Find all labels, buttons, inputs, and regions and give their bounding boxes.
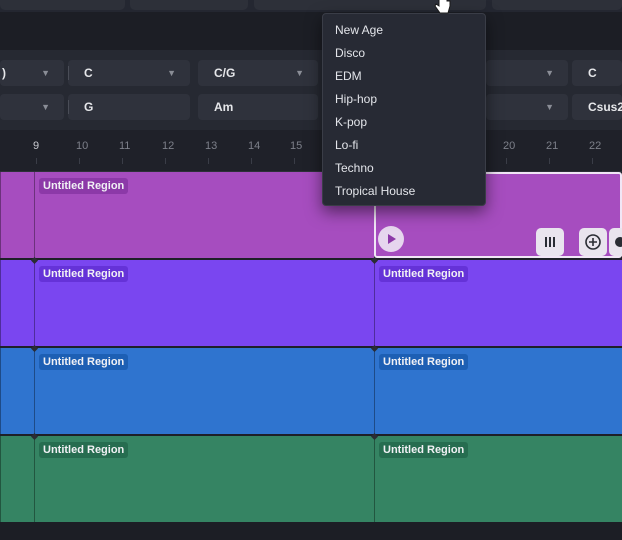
region[interactable]: Untitled Region [30, 432, 374, 522]
track-3: Untitled Region Untitled Region [0, 344, 622, 436]
chord-label: C [588, 66, 597, 80]
region-name: Untitled Region [39, 354, 129, 370]
add-sparkle-icon[interactable] [579, 228, 607, 256]
more-icon[interactable] [609, 228, 622, 256]
chevron-down-icon: ▼ [545, 68, 554, 78]
chord-slot[interactable]: ) ▼ [0, 60, 64, 86]
bar-number: 20 [503, 140, 516, 152]
bar-number: 11 [119, 140, 131, 152]
bar-number: 13 [205, 140, 218, 152]
toolbar-segment[interactable] [492, 0, 622, 10]
ruler-tick [208, 158, 209, 164]
chord-slot[interactable]: ▼ [486, 94, 568, 120]
chord-slot[interactable]: Am [198, 94, 318, 120]
menu-item-new-age[interactable]: New Age [335, 23, 383, 37]
divider [68, 66, 69, 80]
menu-item-k-pop[interactable]: K-pop [335, 115, 367, 129]
daw-workspace: ) ▼ C ▼ C/G ▼ ▼ C ▼ G Am ▼ Csus2 9 10 11… [0, 0, 622, 540]
chord-slot[interactable]: ▼ [486, 60, 568, 86]
chord-slot[interactable]: Csus2 [572, 94, 622, 120]
region-stub[interactable] [0, 260, 34, 346]
chevron-down-icon: ▼ [41, 102, 50, 112]
toolbar-segment[interactable] [0, 0, 125, 10]
bar-number: 10 [76, 140, 89, 152]
header-band [0, 12, 622, 50]
divider [68, 100, 69, 114]
ruler-tick [79, 158, 80, 164]
bar-number: 15 [290, 140, 303, 152]
footer-bar [0, 522, 622, 540]
chord-slot[interactable]: G [68, 94, 190, 120]
bars-icon[interactable] [536, 228, 564, 256]
region[interactable]: Untitled Region [370, 432, 622, 522]
region-name: Untitled Region [379, 354, 469, 370]
ruler-tick [549, 158, 550, 164]
chord-label: C/G [214, 66, 236, 80]
hand-cursor-icon [434, 0, 451, 14]
track-2: Untitled Region Untitled Region [0, 256, 622, 348]
chord-label: ) [2, 66, 6, 80]
ruler-tick [592, 158, 593, 164]
track-4: Untitled Region Untitled Region [0, 432, 622, 524]
chord-slot[interactable]: C ▼ [68, 60, 190, 86]
track-1: Untitled Region [0, 172, 622, 260]
region[interactable]: Untitled Region [30, 256, 374, 346]
chord-label: Am [214, 100, 234, 114]
timeline-ruler[interactable]: 9 10 11 12 13 14 15 20 21 22 [0, 130, 622, 172]
region-name: Untitled Region [39, 442, 129, 458]
chord-slot[interactable]: C [572, 60, 622, 86]
region[interactable]: Untitled Region [30, 344, 374, 434]
chord-label: C [84, 66, 93, 80]
chevron-down-icon: ▼ [167, 68, 176, 78]
menu-item-tropical-house[interactable]: Tropical House [335, 184, 415, 198]
region-stub[interactable] [0, 436, 34, 522]
menu-item-hip-hop[interactable]: Hip-hop [335, 92, 377, 106]
ruler-tick [165, 158, 166, 164]
bar-number: 14 [248, 140, 261, 152]
ruler-tick [294, 158, 295, 164]
menu-item-disco[interactable]: Disco [335, 46, 365, 60]
region-name: Untitled Region [39, 178, 129, 194]
bar-number: 12 [162, 140, 175, 152]
region[interactable]: Untitled Region [370, 256, 622, 346]
chevron-down-icon: ▼ [545, 102, 554, 112]
region-stub[interactable] [0, 348, 34, 434]
region[interactable]: Untitled Region [370, 344, 622, 434]
chord-slot[interactable]: C/G ▼ [198, 60, 318, 86]
ruler-tick [251, 158, 252, 164]
genre-dropdown-menu: New Age Disco EDM Hip-hop K-pop Lo-fi Te… [322, 13, 486, 206]
region-stub[interactable] [0, 172, 34, 258]
menu-item-techno[interactable]: Techno [335, 161, 374, 175]
chevron-down-icon: ▼ [41, 68, 50, 78]
ruler-tick [122, 158, 123, 164]
region-name: Untitled Region [39, 266, 129, 282]
region-name: Untitled Region [379, 442, 469, 458]
play-icon[interactable] [378, 226, 404, 252]
bar-number: 22 [589, 140, 602, 152]
ruler-tick [36, 158, 37, 164]
chevron-down-icon: ▼ [295, 68, 304, 78]
menu-item-lo-fi[interactable]: Lo-fi [335, 138, 358, 152]
chord-slot[interactable]: ▼ [0, 94, 64, 120]
region-name: Untitled Region [379, 266, 469, 282]
bar-number: 21 [546, 140, 559, 152]
ruler-tick [506, 158, 507, 164]
bar-number: 9 [33, 140, 40, 152]
chord-track: ) ▼ C ▼ C/G ▼ ▼ C ▼ G Am ▼ Csus2 [0, 50, 622, 130]
menu-item-edm[interactable]: EDM [335, 69, 362, 83]
toolbar-segment[interactable] [130, 0, 248, 10]
top-toolbar [0, 0, 622, 12]
chord-label: G [84, 100, 94, 114]
chord-label: Csus2 [588, 100, 622, 114]
